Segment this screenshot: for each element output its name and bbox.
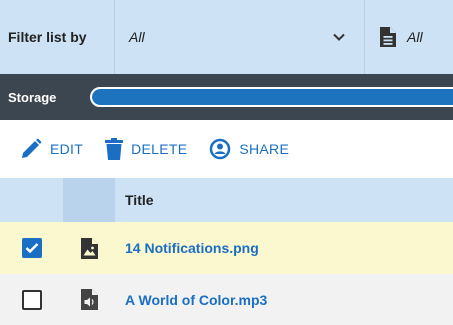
document-icon [380, 27, 396, 47]
edit-button[interactable]: EDIT [20, 138, 83, 160]
file-title-link[interactable]: 14 Notifications.png [115, 240, 453, 256]
share-label: SHARE [239, 141, 290, 157]
filter-dropdown[interactable]: All [115, 0, 365, 74]
edit-label: EDIT [50, 141, 84, 157]
header-select-column [0, 178, 63, 222]
header-title-column[interactable]: Title [115, 178, 453, 222]
image-file-icon [80, 237, 98, 259]
storage-progress-fill [92, 89, 453, 105]
filter-label: Filter list by [0, 0, 115, 74]
action-toolbar: EDIT DELETE SHARE [0, 120, 453, 178]
file-type-filter[interactable]: All [365, 0, 453, 74]
delete-label: DELETE [131, 141, 188, 157]
table-row[interactable]: A World of Color.mp3 [0, 274, 453, 325]
share-button[interactable]: SHARE [209, 138, 289, 160]
chevron-down-icon [333, 33, 345, 41]
table-header: Title [0, 178, 453, 222]
header-type-column[interactable] [63, 178, 115, 222]
share-user-icon [210, 138, 231, 160]
delete-button[interactable]: DELETE [105, 138, 187, 160]
storage-label: Storage [8, 89, 57, 105]
filter-dropdown-value: All [129, 29, 145, 45]
trash-icon [105, 138, 124, 160]
storage-bar: Storage [0, 74, 453, 120]
file-type-value: All [407, 29, 423, 45]
storage-progress [90, 87, 453, 107]
audio-file-icon [80, 289, 98, 310]
pencil-icon [22, 138, 42, 158]
file-title-link[interactable]: A World of Color.mp3 [115, 292, 453, 308]
table-row[interactable]: 14 Notifications.png [0, 222, 453, 274]
row-checkbox[interactable] [21, 289, 42, 310]
filter-bar: Filter list by All All [0, 0, 453, 74]
row-checkbox[interactable] [21, 238, 42, 258]
checkmark-icon [25, 243, 38, 254]
